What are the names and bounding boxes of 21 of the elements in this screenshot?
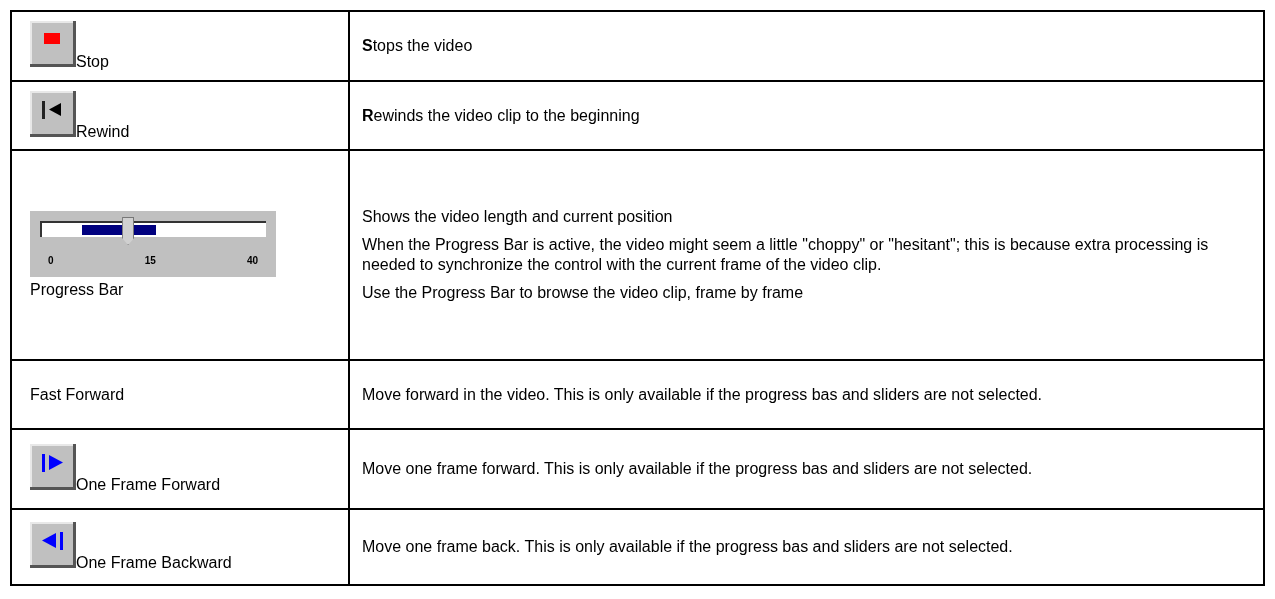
control-label: Stop bbox=[76, 53, 109, 71]
step-back-icon bbox=[30, 522, 76, 568]
tick-label: 0 bbox=[48, 255, 54, 266]
description-text: Move forward in the video. This is only available if the progress bas and sliders are not selected. bbox=[362, 384, 1044, 405]
description-text: Move one frame forward. This is only available if the progress bas and sliders are not selected. bbox=[362, 459, 1034, 479]
description-text: Use the Progress Bar to browse the video clip, frame by frame bbox=[362, 283, 805, 303]
description-text: Shows the video length and current position bbox=[362, 207, 674, 227]
tick-label: 40 bbox=[246, 255, 258, 266]
control-label: Rewind bbox=[76, 122, 130, 141]
tick-label: 15 bbox=[144, 255, 156, 266]
description-text: Rewinds the video clip to the beginning bbox=[362, 105, 641, 126]
control-label: Progress Bar bbox=[30, 281, 124, 298]
control-label: Fast Forward bbox=[30, 385, 125, 403]
step-forward-icon bbox=[30, 444, 76, 490]
description-text: Stops the video bbox=[362, 36, 474, 56]
description-text: When the Progress Bar is active, the video might seem a little "choppy" or "hesitant"; this is because extra processing is needed to synchronize the control with the current frame of the video clip. bbox=[362, 235, 1210, 275]
stop-icon bbox=[30, 21, 76, 67]
control-label: One Frame Backward bbox=[76, 554, 232, 572]
description-text: Move one frame back. This is only available if the progress bas and sliders are not selected. bbox=[362, 537, 1014, 557]
control-label: One Frame Forward bbox=[76, 476, 221, 494]
rewind-icon bbox=[30, 90, 76, 137]
